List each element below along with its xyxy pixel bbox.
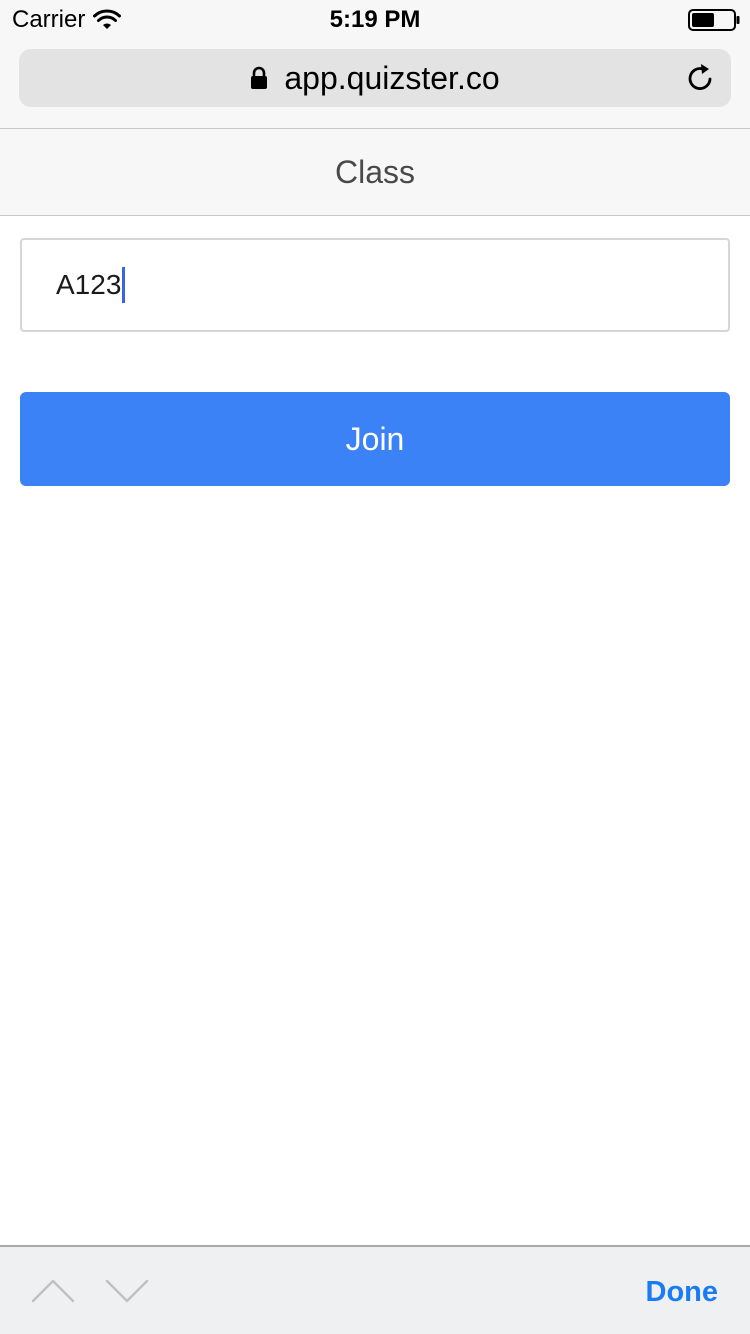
join-button[interactable]: Join [20,392,730,486]
class-code-input[interactable]: A123 [20,238,730,332]
keyboard-accessory-bar: Done [0,1245,750,1334]
class-code-value: A123 [56,269,122,300]
browser-toolbar: app.quizster.co [0,40,750,128]
url-text: app.quizster.co [284,60,500,96]
battery-icon [688,9,740,31]
clock: 5:19 PM [329,6,421,33]
class-code-value-row: A123 [56,240,126,330]
chevron-up-icon[interactable] [30,1277,76,1305]
screen: Carrier 5:19 PM app.quizster.co Class A1… [0,0,750,1334]
address-content: app.quizster.co [19,49,731,107]
chevron-down-icon[interactable] [104,1277,150,1305]
page-header: Class [0,128,750,216]
status-bar: Carrier 5:19 PM [0,0,750,40]
text-cursor [122,267,126,303]
reload-icon[interactable] [685,62,717,94]
address-bar[interactable]: app.quizster.co [19,49,731,107]
done-button[interactable]: Done [646,1247,719,1334]
page-title: Class [334,154,415,190]
lock-icon [251,66,268,89]
